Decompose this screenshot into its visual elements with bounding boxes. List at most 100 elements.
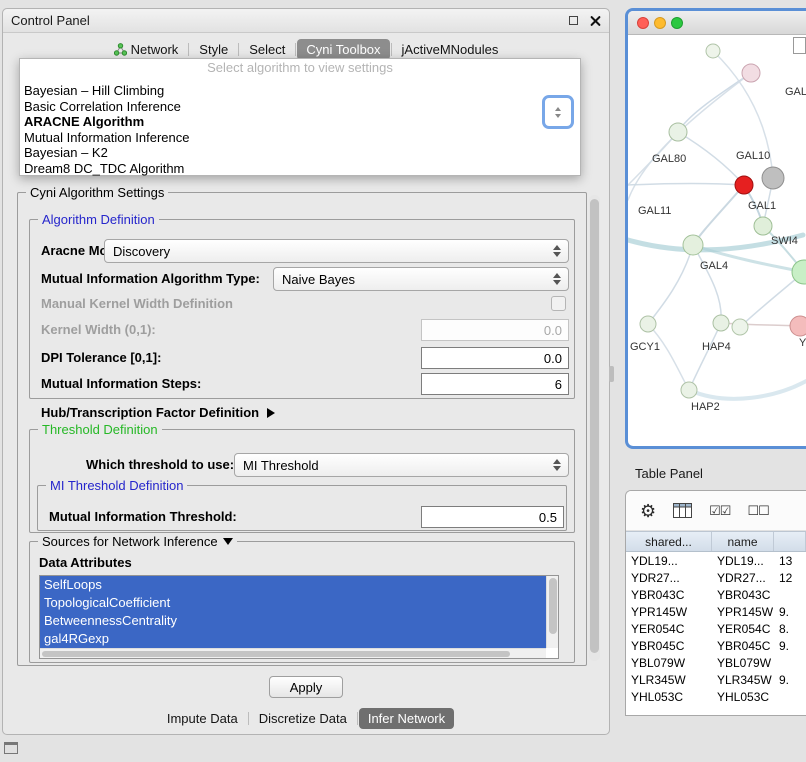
table-cell: YER054C — [626, 620, 712, 637]
close-traffic-light[interactable] — [637, 17, 649, 29]
tab-style[interactable]: Style — [190, 39, 237, 60]
network-icon — [114, 43, 127, 56]
algorithm-option[interactable]: Mutual Information Inference — [20, 130, 580, 146]
column-header[interactable] — [774, 532, 806, 551]
column-chooser-icon[interactable] — [673, 503, 692, 518]
algorithm-option[interactable]: Bayesian – Hill Climbing — [20, 83, 580, 99]
node-label: GAL10 — [736, 150, 770, 162]
network-graph[interactable]: GALGAL80GAL10GAL11GAL1SWI4GAL4GCY1HAP4HA… — [628, 35, 806, 449]
mi-type-select[interactable]: Naive Bayes — [273, 267, 569, 291]
network-node[interactable] — [713, 315, 729, 331]
algorithm-option[interactable]: ARACNE Algorithm — [20, 114, 580, 130]
network-node[interactable] — [735, 176, 753, 194]
network-node[interactable] — [754, 217, 772, 235]
table-row[interactable]: YLR345WYLR345W9. — [626, 671, 806, 688]
deselect-all-checkboxes-icon[interactable]: ☐☐ — [747, 503, 768, 519]
table-panel-window: ⚙ ☑☑ ☐☐ shared...name YDL19...YDL19...13… — [625, 490, 806, 716]
tab-discretize-data[interactable]: Discretize Data — [250, 708, 356, 729]
table-row[interactable]: YBR043CYBR043C — [626, 586, 806, 603]
zoom-traffic-light[interactable] — [671, 17, 683, 29]
list-vertical-scrollbar[interactable] — [546, 576, 558, 648]
table-cell: YBL079W — [626, 654, 712, 671]
spinner-up-icon[interactable] — [555, 107, 561, 111]
network-node[interactable] — [732, 319, 748, 335]
column-header[interactable]: name — [712, 532, 774, 551]
tab-separator — [357, 712, 358, 725]
table-row[interactable]: YPR145WYPR145W9. — [626, 603, 806, 620]
tab-select[interactable]: Select — [240, 39, 294, 60]
tab-infer-network[interactable]: Infer Network — [359, 708, 454, 729]
tab-network[interactable]: Network — [105, 39, 188, 60]
algorithm-option[interactable]: Basic Correlation Inference — [20, 99, 580, 115]
table-cell: YDL19... — [712, 552, 774, 569]
network-node[interactable] — [669, 123, 687, 141]
tab-jactivemnodules[interactable]: jActiveMNodules — [393, 39, 508, 60]
network-edge — [678, 132, 744, 185]
table-row[interactable]: YDR27...YDR27...12 — [626, 569, 806, 586]
mi-steps-field[interactable]: 6 — [421, 373, 569, 395]
which-threshold-select[interactable]: MI Threshold — [234, 453, 569, 477]
algorithm-option[interactable]: Dream8 DC_TDC Algorithm — [20, 161, 580, 177]
table-cell: YHL053C — [626, 688, 712, 705]
data-attribute-item[interactable]: SelfLoops — [40, 576, 548, 594]
sources-group-title[interactable]: Sources for Network Inference — [38, 534, 237, 549]
table-cell — [774, 688, 806, 705]
table-cell: 12 — [774, 569, 806, 586]
network-node[interactable] — [790, 316, 806, 336]
network-node[interactable] — [640, 316, 656, 332]
mi-threshold-label: Mutual Information Threshold: — [49, 506, 237, 528]
table-row[interactable]: YBL079WYBL079W — [626, 654, 806, 671]
tab-separator — [391, 43, 392, 56]
restore-panel-icon[interactable] — [4, 742, 18, 754]
kernel-width-label: Kernel Width (0,1): — [41, 319, 156, 341]
network-node[interactable] — [742, 64, 760, 82]
network-node[interactable] — [681, 382, 697, 398]
panel-splitter-handle[interactable] — [609, 366, 614, 382]
hub-definition-toggle[interactable]: Hub/Transcription Factor Definition — [41, 403, 275, 423]
collapse-down-icon — [223, 538, 233, 545]
table-row[interactable]: YER054CYER054C8. — [626, 620, 806, 637]
table-row[interactable]: YHL053CYHL053C — [626, 688, 806, 705]
network-edge — [628, 184, 744, 186]
table-toolbar: ⚙ ☑☑ ☐☐ — [626, 491, 806, 531]
network-node[interactable] — [762, 167, 784, 189]
combo-arrows-icon — [553, 273, 561, 285]
dpi-tolerance-field[interactable]: 0.0 — [421, 347, 569, 369]
spinner-focus-ring[interactable] — [542, 95, 574, 129]
scrollbar-thumb[interactable] — [549, 578, 557, 634]
which-threshold-value: MI Threshold — [243, 458, 319, 473]
settings-vertical-scrollbar[interactable] — [589, 195, 600, 661]
table-cell: 9. — [774, 637, 806, 654]
aracne-mode-select[interactable]: Discovery — [104, 239, 569, 263]
gear-icon[interactable]: ⚙ — [640, 502, 656, 520]
tab-separator — [248, 712, 249, 725]
node-label: Y — [799, 337, 806, 349]
network-node[interactable] — [706, 44, 720, 58]
float-window-icon[interactable] — [569, 16, 578, 25]
table-row[interactable]: YDL19...YDL19...13 — [626, 552, 806, 569]
apply-button[interactable]: Apply — [269, 676, 343, 698]
threshold-definition-title: Threshold Definition — [38, 422, 162, 437]
scrollbar-thumb[interactable] — [42, 651, 510, 657]
network-edge — [689, 380, 806, 399]
tab-label: Impute Data — [167, 711, 238, 726]
data-attribute-item[interactable]: gal4RGexp — [40, 630, 548, 648]
mi-threshold-field[interactable]: 0.5 — [421, 506, 564, 528]
column-header[interactable]: shared... — [626, 532, 712, 551]
scrollbar-thumb[interactable] — [590, 199, 599, 653]
network-node[interactable] — [683, 235, 703, 255]
network-view-window: GALGAL80GAL10GAL11GAL1SWI4GAL4GCY1HAP4HA… — [625, 8, 806, 449]
list-horizontal-scrollbar[interactable] — [40, 648, 546, 658]
data-attribute-item[interactable]: TopologicalCoefficient — [40, 594, 548, 612]
data-attribute-item[interactable]: BetweennessCentrality — [40, 612, 548, 630]
mi-steps-label: Mutual Information Steps: — [41, 373, 201, 395]
spinner-down-icon[interactable] — [555, 114, 561, 118]
table-row[interactable]: YBR045CYBR045C9. — [626, 637, 806, 654]
select-all-checkboxes-icon[interactable]: ☑☑ — [709, 503, 730, 519]
network-edge — [648, 245, 693, 324]
close-icon[interactable] — [590, 15, 601, 26]
tab-impute-data[interactable]: Impute Data — [158, 708, 247, 729]
algorithm-option[interactable]: Bayesian – K2 — [20, 145, 580, 161]
tab-cyni-toolbox[interactable]: Cyni Toolbox — [297, 39, 389, 60]
minimize-traffic-light[interactable] — [654, 17, 666, 29]
